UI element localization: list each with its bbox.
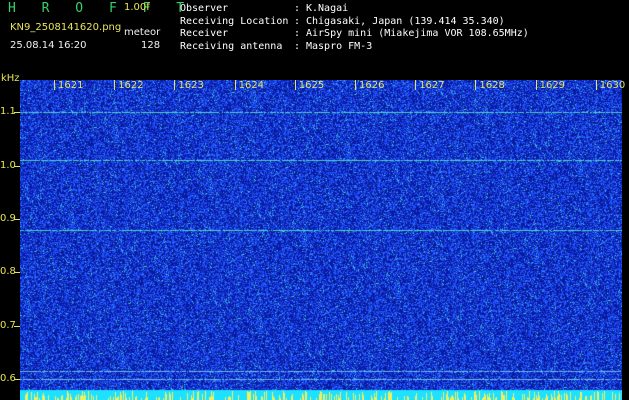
x-tick-label: 1626 [359,80,385,91]
x-tick-mark [294,80,296,90]
detection-mode: meteor [124,27,161,38]
meta-receiver: Receiver: AirSpy mini (Miakejima VOR 108.… [180,28,529,39]
meta-key: Receiving antenna [180,40,283,52]
y-tick-mark [14,219,20,220]
x-tick-mark [475,80,477,90]
y-tick-mark [14,166,20,167]
y-tick-mark [14,272,20,273]
meta-location: Receiving Location: Chigasaki, Japan (139… [180,15,505,27]
meta-value: K.Nagai [306,3,349,14]
capture-datetime: 25.08.14 16:20 [10,40,87,51]
app-brand: H R O F F T [8,1,194,16]
meta-antenna: Receiving antenna: Maspro FM-3 [180,40,373,52]
x-tick-mark [174,80,176,90]
info-header: H R O F F T 1.00f KN9_2508141620.png met… [0,0,629,78]
x-tick-mark [114,80,116,90]
image-filename: KN9_2508141620.png [10,22,122,33]
x-tick-mark [595,80,597,90]
x-tick-label: 1623 [178,80,204,91]
x-tick-label: 1624 [238,80,265,91]
meta-value: AirSpy mini (Miakejima VOR 108.65MHz) [306,28,529,39]
meta-key: Receiving Location [180,15,289,27]
y-tick-mark [14,326,20,327]
x-tick-label: 1629 [539,80,566,91]
meta-value: Chigasaki, Japan (139.414 35.340) [306,15,505,27]
x-tick-mark [54,80,55,90]
spectrogram-canvas [20,80,622,400]
x-tick-mark [535,80,537,90]
meta-key: Receiver [180,28,229,39]
count-value: 128 [141,40,161,51]
x-tick-label: 1628 [479,80,505,91]
x-tick-mark [415,80,417,90]
meta-value: Maspro FM-3 [306,40,373,52]
meta-key: Observer [180,3,229,14]
x-tick-label: 1630 [599,80,626,91]
x-tick-mark [234,80,236,90]
y-tick-mark [14,379,20,380]
x-tick-label: 1625 [298,80,325,91]
meta-observer: Observer: K.Nagai [180,3,349,14]
x-tick-label: 1622 [118,80,144,91]
spectrogram-plot [20,80,622,400]
station-metadata: Observer: K.Nagai Receiving Location: Chig… [180,3,529,53]
app-version: 1.00f [124,2,150,13]
x-tick-label: 1627 [419,80,445,91]
y-tick-mark [14,112,20,113]
y-axis-unit: kHz [1,73,20,84]
x-tick-mark [355,80,356,90]
x-tick-label: 1621 [58,80,84,91]
